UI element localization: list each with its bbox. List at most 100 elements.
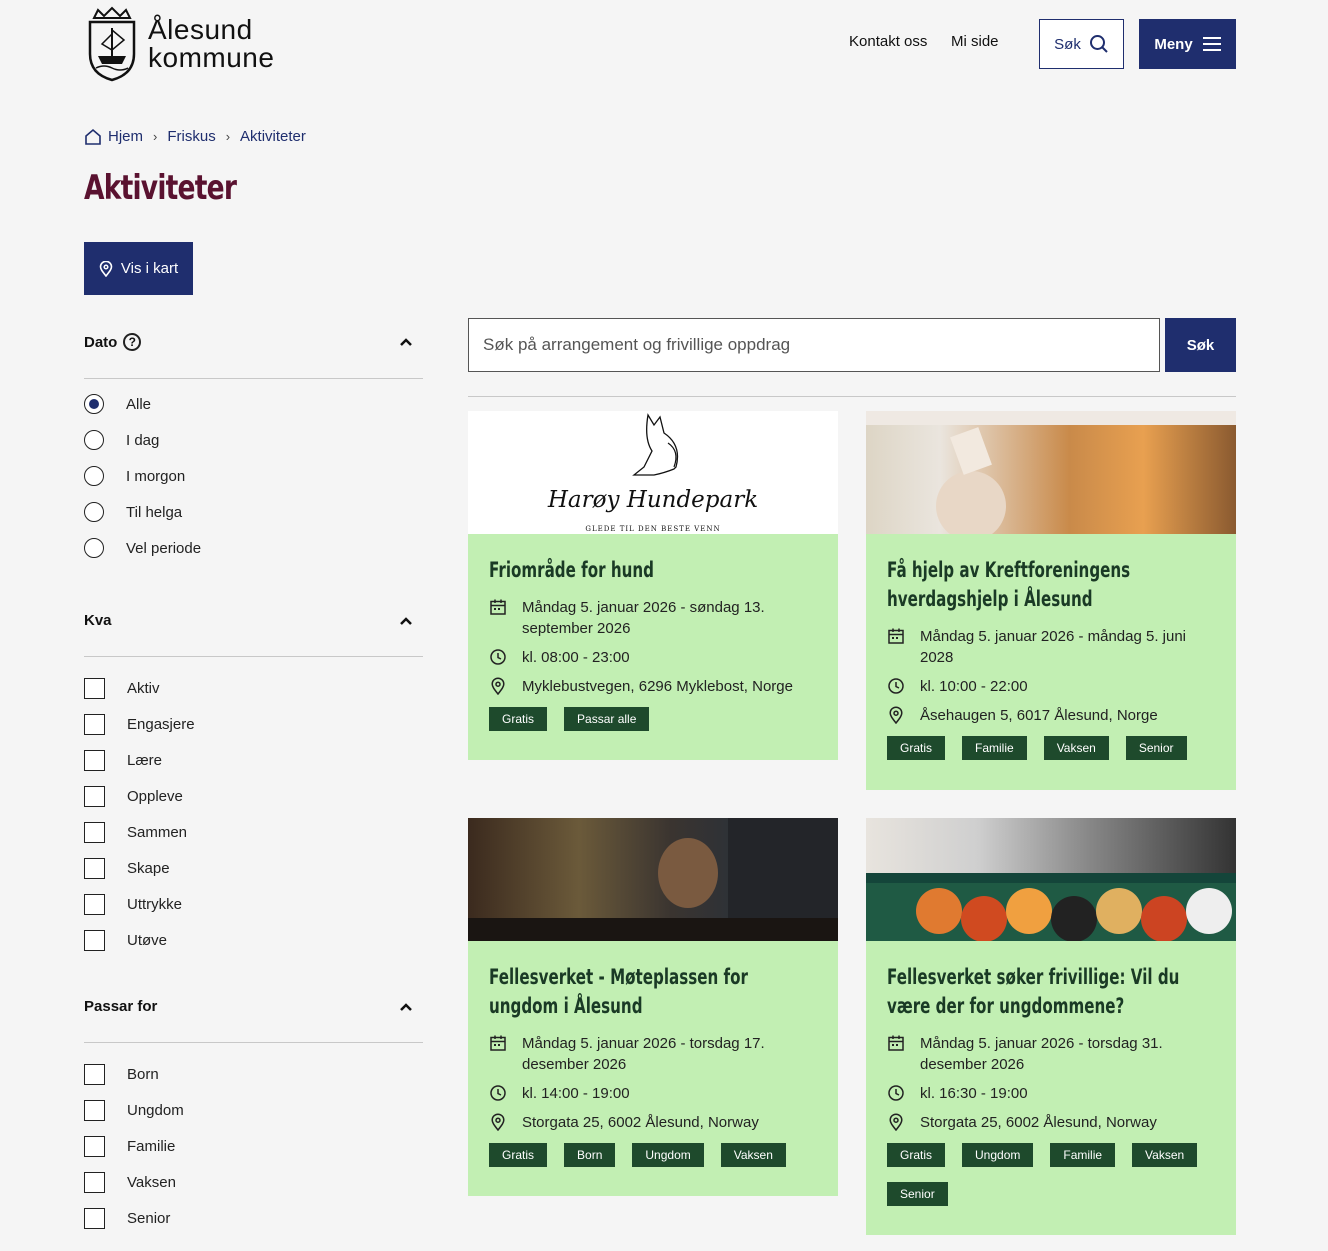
home-icon — [85, 128, 101, 145]
activity-card[interactable]: Harøy Hundepark GLEDE TIL DEN BESTE VENN F… — [468, 411, 838, 760]
card-place: Myklebustvegen, 6296 Myklebost, Norge — [489, 676, 817, 697]
my-page-link[interactable]: Mi side — [951, 33, 999, 50]
radio-button[interactable] — [84, 538, 104, 558]
header-search-label: Søk — [1054, 35, 1081, 53]
checkbox-option-what[interactable]: Oppleve — [84, 786, 183, 807]
show-map-button[interactable]: Vis i kart — [84, 242, 193, 295]
card-image: Harøy Hundepark GLEDE TIL DEN BESTE VENN — [468, 411, 838, 534]
card-time-text: kl. 08:00 - 23:00 — [522, 649, 630, 666]
checkbox-option-for[interactable]: Vaksen — [84, 1172, 176, 1193]
option-label: Vaksen — [127, 1174, 176, 1191]
card-title[interactable]: Fellesverket - Møteplassen for ungdom i … — [489, 963, 817, 1021]
radio-option-date[interactable]: I morgon — [84, 466, 185, 486]
checkbox[interactable] — [84, 750, 105, 771]
divider — [468, 396, 1236, 397]
chevron-up-icon — [400, 616, 412, 625]
checkbox[interactable] — [84, 678, 105, 699]
search-input[interactable] — [468, 318, 1160, 372]
activity-card[interactable]: Få hjelp av Kreftforeningens hverdagshje… — [866, 411, 1236, 790]
checkbox[interactable] — [84, 1064, 105, 1085]
divider — [84, 1042, 423, 1043]
header-search-button[interactable]: Søk — [1039, 19, 1124, 69]
checkbox-option-what[interactable]: Uttrykke — [84, 894, 182, 915]
card-tags: Gratis Ungdom Familie Vaksen Senior — [887, 1143, 1215, 1206]
radio-option-date[interactable]: Til helga — [84, 502, 182, 522]
card-date-text: Måndag 5. januar 2026 - torsdag 31. dese… — [920, 1035, 1163, 1073]
what-filter-label: Kva — [84, 612, 112, 629]
location-pin-icon — [889, 706, 903, 724]
card-place: Storgata 25, 6002 Ålesund, Norway — [887, 1112, 1215, 1133]
show-map-label: Vis i kart — [120, 260, 179, 277]
tag-badge: Passar alle — [564, 707, 650, 731]
checkbox-option-for[interactable]: Senior — [84, 1208, 170, 1229]
card-title[interactable]: Få hjelp av Kreftforeningens hverdagshje… — [887, 556, 1215, 614]
checkbox-option-what[interactable]: Sammen — [84, 822, 187, 843]
checkbox-option-what[interactable]: Lære — [84, 750, 162, 771]
radio-option-date[interactable]: I dag — [84, 430, 159, 450]
card-date: Måndag 5. januar 2026 - måndag 5. juni 2… — [887, 626, 1215, 668]
option-label: Oppleve — [127, 788, 183, 805]
checkbox-option-what[interactable]: Engasjere — [84, 714, 195, 735]
checkbox[interactable] — [84, 714, 105, 735]
image-brand-subtext: GLEDE TIL DEN BESTE VENN — [585, 525, 721, 533]
radio-option-date[interactable]: Vel periode — [84, 538, 201, 558]
card-tags: Gratis Passar alle — [489, 707, 817, 731]
radio-option-date[interactable]: Alle — [84, 394, 151, 414]
radio-button[interactable] — [84, 430, 104, 450]
option-label: Uttrykke — [127, 896, 183, 913]
help-icon[interactable]: ? — [123, 333, 142, 351]
option-label: Til helga — [126, 503, 183, 521]
tag-badge: Vaksen — [1043, 736, 1109, 760]
checkbox[interactable] — [84, 822, 105, 843]
option-label: I morgon — [126, 467, 186, 485]
chevron-right-icon: › — [153, 129, 158, 144]
card-time-text: kl. 16:30 - 19:00 — [920, 1085, 1028, 1102]
radio-button[interactable] — [84, 466, 104, 486]
menu-button[interactable]: Meny — [1139, 19, 1236, 69]
checkbox-option-for[interactable]: Familie — [84, 1136, 175, 1157]
clock-icon — [888, 1085, 904, 1101]
card-place-text: Åsehaugen 5, 6017 Ålesund, Norge — [920, 707, 1158, 724]
date-filter-header[interactable]: Dato? — [84, 333, 423, 351]
breadcrumb-current[interactable]: Aktiviteter — [240, 128, 306, 145]
search-submit-button[interactable]: Søk — [1165, 318, 1236, 372]
card-place-text: Myklebustvegen, 6296 Myklebost, Norge — [522, 678, 793, 695]
radio-button[interactable] — [84, 394, 104, 414]
card-title[interactable]: Fellesverket søker frivillige: Vil du væ… — [887, 963, 1215, 1021]
checkbox-option-for[interactable]: Born — [84, 1064, 159, 1085]
option-label: Alle — [126, 395, 152, 413]
checkbox[interactable] — [84, 1100, 105, 1121]
checkbox-option-what[interactable]: Utøve — [84, 930, 167, 951]
checkbox[interactable] — [84, 894, 105, 915]
checkbox[interactable] — [84, 1172, 105, 1193]
checkbox[interactable] — [84, 1208, 105, 1229]
breadcrumb-friskus[interactable]: Friskus — [167, 128, 215, 145]
card-date-text: Måndag 5. januar 2026 - måndag 5. juni 2… — [920, 628, 1187, 666]
option-label: I dag — [126, 431, 160, 449]
activity-card[interactable]: Fellesverket - Møteplassen for ungdom i … — [468, 818, 838, 1196]
audience-filter-header[interactable]: Passar for — [84, 998, 423, 1015]
checkbox-option-what[interactable]: Skape — [84, 858, 170, 879]
radio-button[interactable] — [84, 502, 104, 522]
tag-badge: Gratis — [887, 736, 946, 760]
checkbox[interactable] — [84, 786, 105, 807]
card-time: kl. 08:00 - 23:00 — [489, 647, 817, 668]
card-title[interactable]: Friområde for hund — [489, 556, 817, 585]
breadcrumb-home[interactable]: Hjem — [108, 128, 143, 145]
tag-badge: Senior — [887, 1182, 948, 1206]
tag-badge: Familie — [1050, 1143, 1116, 1167]
card-image — [468, 818, 838, 941]
breadcrumb: Hjem › Friskus › Aktiviteter — [84, 128, 306, 145]
checkbox[interactable] — [84, 1136, 105, 1157]
checkbox[interactable] — [84, 858, 105, 879]
checkbox-option-for[interactable]: Ungdom — [84, 1100, 184, 1121]
contact-link[interactable]: Kontakt oss — [849, 33, 927, 50]
calendar-icon — [888, 628, 904, 644]
what-filter-header[interactable]: Kva — [84, 612, 423, 629]
calendar-icon — [490, 1035, 506, 1051]
activity-card[interactable]: Fellesverket søker frivillige: Vil du væ… — [866, 818, 1236, 1235]
card-place-text: Storgata 25, 6002 Ålesund, Norway — [522, 1114, 759, 1131]
checkbox-option-what[interactable]: Aktiv — [84, 678, 160, 699]
site-logo[interactable]: Ålesund kommune — [84, 4, 274, 84]
checkbox[interactable] — [84, 930, 105, 951]
